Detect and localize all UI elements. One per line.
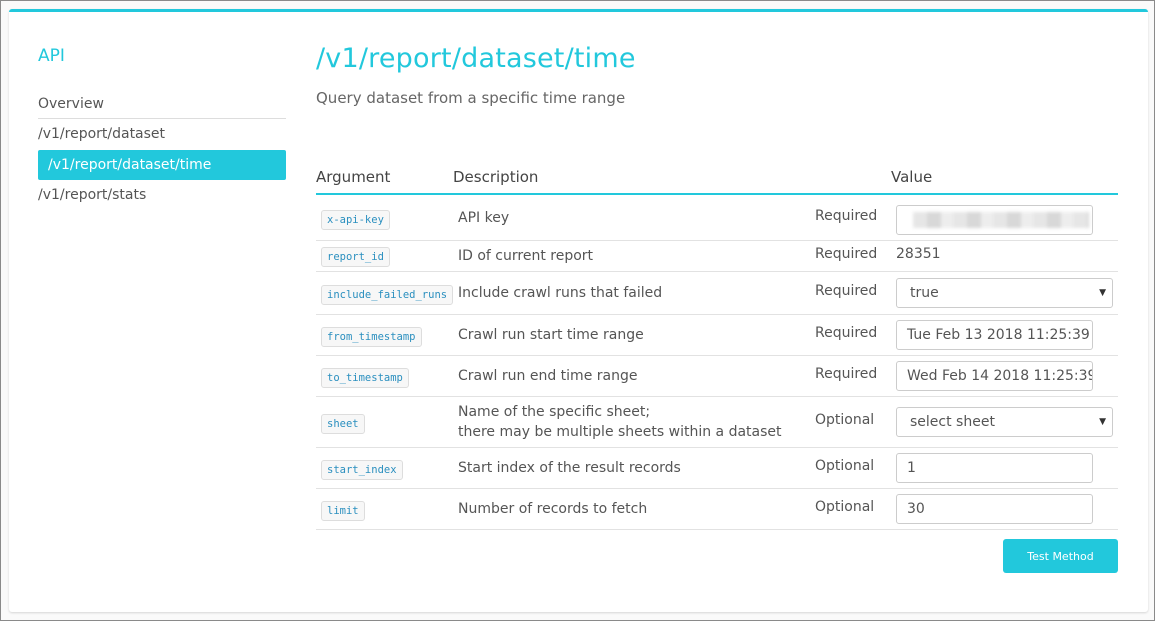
arg-required: Required <box>815 208 878 224</box>
arg-description-line-1: Name of the specific sheet; <box>458 404 651 420</box>
page-title: /v1/report/dataset/time <box>316 43 636 74</box>
start-index-input[interactable]: 1 <box>896 453 1093 483</box>
sidebar-title: API <box>38 46 65 66</box>
sidebar-nav: Overview /v1/report/dataset /v1/report/d… <box>38 89 286 211</box>
from-timestamp-input[interactable]: Tue Feb 13 2018 11:25:39 GMT <box>896 320 1093 350</box>
table-row: sheet Name of the specific sheet; there … <box>316 397 1118 448</box>
report-id-value: 28351 <box>896 246 941 262</box>
sidebar-item-overview[interactable]: Overview <box>38 89 286 119</box>
sidebar-item-report-dataset[interactable]: /v1/report/dataset <box>38 119 286 150</box>
limit-input[interactable]: 30 <box>896 494 1093 524</box>
table-row: x-api-key API key Required <box>316 195 1118 241</box>
table-row: start_index Start index of the result re… <box>316 448 1118 489</box>
to-timestamp-input[interactable]: Wed Feb 14 2018 11:25:39 GMT <box>896 361 1093 391</box>
arguments-table: Argument Description Value x-api-key API… <box>316 165 1118 580</box>
window-frame: API Overview /v1/report/dataset /v1/repo… <box>0 0 1155 621</box>
arg-tag: x-api-key <box>321 210 390 230</box>
arg-description-line-2: there may be multiple sheets within a da… <box>458 424 782 440</box>
redacted-api-key <box>913 212 1089 228</box>
arg-tag: to_timestamp <box>321 368 409 388</box>
arg-description: Crawl run end time range <box>458 368 638 384</box>
selected-value: select sheet <box>910 414 995 430</box>
header-argument: Argument <box>316 168 391 186</box>
table-row: from_timestamp Crawl run start time rang… <box>316 315 1118 356</box>
page-subtitle: Query dataset from a specific time range <box>316 89 626 107</box>
table-actions: Test Method <box>316 530 1118 580</box>
sidebar-item-report-stats[interactable]: /v1/report/stats <box>38 180 286 211</box>
selected-value: true <box>910 285 939 301</box>
arg-description: API key <box>458 210 510 226</box>
table-header: Argument Description Value <box>316 165 1118 195</box>
arg-description: ID of current report <box>458 248 594 264</box>
sidebar: API Overview /v1/report/dataset /v1/repo… <box>38 45 286 211</box>
arg-required: Required <box>815 283 878 299</box>
sheet-select[interactable]: select sheet ▼ <box>896 407 1113 437</box>
chevron-down-icon: ▼ <box>1099 417 1106 427</box>
table-row: report_id ID of current report Required … <box>316 241 1118 272</box>
arg-required: Required <box>815 366 878 382</box>
arg-required: Optional <box>815 458 875 474</box>
table-row: to_timestamp Crawl run end time range Re… <box>316 356 1118 397</box>
arg-description: Start index of the result records <box>458 460 681 476</box>
sidebar-item-report-dataset-time[interactable]: /v1/report/dataset/time <box>38 150 286 180</box>
arg-tag: from_timestamp <box>321 327 422 347</box>
arg-description: Number of records to fetch <box>458 501 648 517</box>
table-row: limit Number of records to fetch Optiona… <box>316 489 1118 530</box>
header-description: Description <box>453 168 539 186</box>
table-row: include_failed_runs Include crawl runs t… <box>316 272 1118 315</box>
main-content: /v1/report/dataset/time Query dataset fr… <box>316 41 1118 573</box>
arg-tag: include_failed_runs <box>321 285 454 305</box>
arg-description: Crawl run start time range <box>458 327 644 343</box>
arg-tag: report_id <box>321 247 390 267</box>
chevron-down-icon: ▼ <box>1099 288 1106 298</box>
arg-required: Required <box>815 325 878 341</box>
arg-description: Name of the specific sheet; there may be… <box>458 402 782 442</box>
arg-required: Optional <box>815 412 875 428</box>
arg-required: Required <box>815 246 878 262</box>
arg-tag: limit <box>321 501 365 521</box>
api-key-input[interactable] <box>896 205 1093 235</box>
arg-tag: start_index <box>321 460 403 480</box>
arg-tag: sheet <box>321 414 365 434</box>
arg-description: Include crawl runs that failed <box>458 285 663 301</box>
test-method-button[interactable]: Test Method <box>1003 539 1118 573</box>
include-failed-runs-select[interactable]: true ▼ <box>896 278 1113 308</box>
arg-required: Optional <box>815 499 875 515</box>
header-value: Value <box>891 168 933 186</box>
